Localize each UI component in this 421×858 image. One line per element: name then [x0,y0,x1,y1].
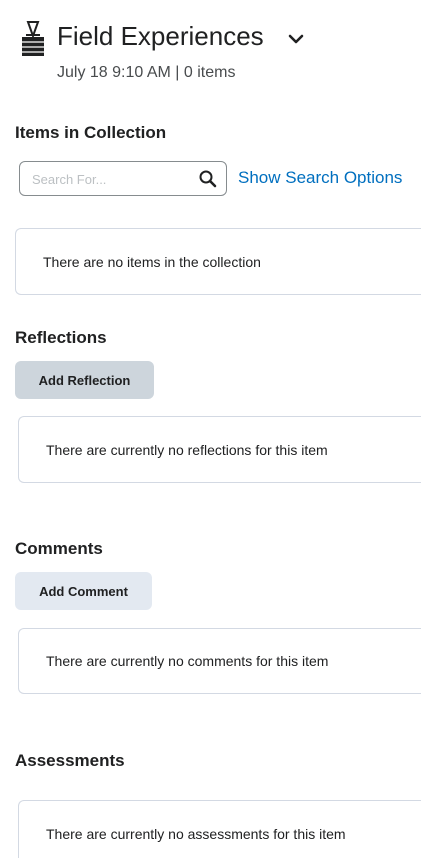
assessments-heading: Assessments [15,751,125,770]
reflections-empty-message: There are currently no reflections for t… [46,442,328,458]
binder-clip-icon [19,20,47,58]
items-in-collection-heading: Items in Collection [15,123,167,142]
reflections-empty-panel: There are currently no reflections for t… [18,416,421,483]
assessments-empty-panel: There are currently no assessments for t… [18,800,421,858]
add-reflection-button[interactable]: Add Reflection [15,361,154,399]
search-box [19,161,227,196]
collection-empty-panel: There are no items in the collection [15,228,421,295]
chevron-down-icon[interactable] [287,32,305,46]
search-input[interactable] [32,169,192,189]
comments-empty-panel: There are currently no comments for this… [18,628,421,694]
collection-empty-message: There are no items in the collection [43,254,261,270]
collection-meta: July 18 9:10 AM | 0 items [57,64,236,81]
search-icon[interactable] [198,169,218,189]
add-comment-button[interactable]: Add Comment [15,572,152,610]
comments-empty-message: There are currently no comments for this… [46,653,329,669]
reflections-heading: Reflections [15,328,107,347]
assessments-empty-message: There are currently no assessments for t… [46,826,346,842]
page-title: Field Experiences [57,21,264,51]
comments-heading: Comments [15,539,103,558]
show-search-options-link[interactable]: Show Search Options [238,167,402,189]
